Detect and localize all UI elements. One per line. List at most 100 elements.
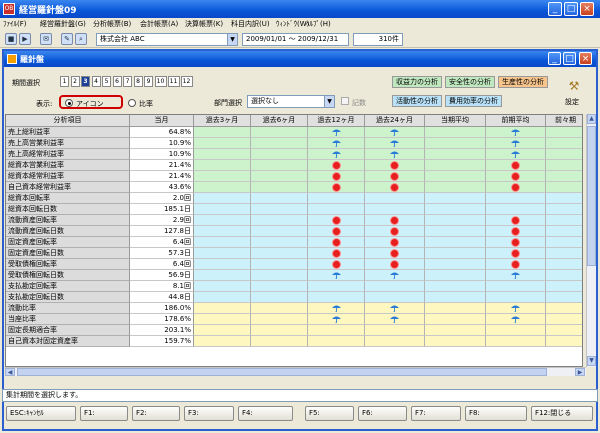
vertical-scrollbar[interactable]: ▲ ▼ xyxy=(586,114,596,367)
menu-help[interactable]: ﾍﾙﾌﾟ(H) xyxy=(306,19,331,29)
fkey-button-6[interactable]: F6: xyxy=(358,406,407,421)
period-option-6[interactable]: 6 xyxy=(112,76,122,87)
menu-file[interactable]: ﾌｧｲﾙ(F) xyxy=(3,19,27,29)
fkey-button-5[interactable]: F5: xyxy=(305,406,354,421)
period-range-field[interactable]: 2009/01/01 ～ 2009/12/31 xyxy=(242,33,349,46)
kisuu-checkbox[interactable] xyxy=(341,97,349,105)
horizontal-scrollbar[interactable]: ◀ ▶ xyxy=(5,367,586,376)
period-option-2[interactable]: 2 xyxy=(70,76,80,87)
inner-maximize-button[interactable]: □ xyxy=(563,52,576,65)
period-option-11[interactable]: 11 xyxy=(167,76,180,87)
column-header-0[interactable]: 分析項目 xyxy=(6,115,130,127)
table-cell xyxy=(365,259,425,270)
table-cell xyxy=(546,182,582,193)
table-cell xyxy=(194,215,251,226)
fkey-button-8[interactable]: F8: xyxy=(465,406,527,421)
mail-icon[interactable]: ✉ xyxy=(40,33,52,45)
inner-minimize-button[interactable]: _ xyxy=(548,52,561,65)
menu-bunseki[interactable]: 分析帳票(B) xyxy=(93,19,131,29)
ratio-radio[interactable] xyxy=(128,99,136,107)
row-current-value: 2.0回 xyxy=(130,193,194,204)
settings-icon[interactable]: ⚒ xyxy=(567,79,581,93)
row-label: 総資本営業利益率 xyxy=(6,160,130,171)
period-option-12[interactable]: 12 xyxy=(180,76,193,87)
inner-close-button[interactable]: × xyxy=(579,52,592,65)
period-option-3[interactable]: 3 xyxy=(81,76,90,87)
hscroll-thumb[interactable] xyxy=(17,368,547,376)
row-current-value: 203.1% xyxy=(130,325,194,336)
chevron-down-icon[interactable]: ▼ xyxy=(227,34,237,45)
maximize-button[interactable]: □ xyxy=(564,2,578,16)
period-option-1[interactable]: 1 xyxy=(60,76,69,87)
scroll-right-icon[interactable]: ▶ xyxy=(575,368,585,376)
profitability-analysis-button[interactable]: 収益力の分析 xyxy=(392,76,442,88)
tool-icon[interactable]: ✎ xyxy=(61,33,73,45)
menu-window[interactable]: ｳｨﾝﾄﾞｳ(W) xyxy=(276,19,309,29)
productivity-analysis-button[interactable]: 生産性の分析 xyxy=(498,76,548,88)
menu-kessan[interactable]: 決算帳票(K) xyxy=(185,19,223,29)
umbrella-icon xyxy=(511,129,520,136)
close-button[interactable]: × xyxy=(580,2,594,16)
table-cell xyxy=(194,325,251,336)
chevron-down-icon[interactable]: ▼ xyxy=(324,96,334,107)
fkey-button-4[interactable]: F4: xyxy=(238,406,293,421)
cost-efficiency-analysis-button[interactable]: 費用効率の分析 xyxy=(445,95,502,107)
column-header-8[interactable]: 前々期 xyxy=(546,115,582,127)
fkey-button-3[interactable]: F3: xyxy=(184,406,234,421)
period-option-10[interactable]: 10 xyxy=(154,76,167,87)
fkey-button-0[interactable]: ESC:ｷｬﾝｾﾙ xyxy=(6,406,76,421)
table-cell xyxy=(251,314,308,325)
period-option-5[interactable]: 5 xyxy=(102,76,111,87)
row-current-value: 10.9% xyxy=(130,138,194,149)
table-cell xyxy=(486,193,546,204)
menu-kaikei[interactable]: 会計帳票(A) xyxy=(140,19,178,29)
table-cell xyxy=(486,303,546,314)
search-icon[interactable]: ⌕ xyxy=(75,33,87,45)
fkey-button-1[interactable]: F1: xyxy=(80,406,128,421)
period-option-9[interactable]: 9 xyxy=(144,76,153,87)
period-option-8[interactable]: 8 xyxy=(133,76,143,87)
icon-radio[interactable] xyxy=(65,99,73,107)
sun-icon xyxy=(512,162,519,169)
row-current-value: 10.9% xyxy=(130,149,194,160)
minimize-button[interactable]: _ xyxy=(548,2,562,16)
column-header-4[interactable]: 過去12ヶ月 xyxy=(308,115,365,127)
scroll-up-icon[interactable]: ▲ xyxy=(587,114,596,124)
table-cell xyxy=(365,138,425,149)
activity-analysis-button[interactable]: 活動性の分析 xyxy=(392,95,442,107)
column-header-5[interactable]: 過去24ヶ月 xyxy=(365,115,425,127)
period-option-4[interactable]: 4 xyxy=(91,76,101,87)
fkey-button-7[interactable]: F7: xyxy=(411,406,461,421)
table-cell xyxy=(365,303,425,314)
sun-icon xyxy=(512,250,519,257)
app-title: 経営羅針盤09 xyxy=(19,6,77,16)
column-header-6[interactable]: 当期平均 xyxy=(425,115,486,127)
scroll-thumb[interactable] xyxy=(587,126,596,266)
column-header-1[interactable]: 当月 xyxy=(130,115,194,127)
safety-analysis-button[interactable]: 安全性の分析 xyxy=(445,76,495,88)
menu-keiei[interactable]: 経営羅針盤(G) xyxy=(40,19,86,29)
row-label: 支払勘定回転日数 xyxy=(6,292,130,303)
column-header-2[interactable]: 過去3ヶ月 xyxy=(194,115,251,127)
fkey-button-9[interactable]: F12:閉じる xyxy=(531,406,593,421)
menu-kamoku[interactable]: 科目内訳(U) xyxy=(231,19,270,29)
table-cell xyxy=(365,292,425,303)
row-current-value: 21.4% xyxy=(130,171,194,182)
scroll-left-icon[interactable]: ◀ xyxy=(5,368,15,376)
table-cell xyxy=(194,127,251,138)
fkey-button-2[interactable]: F2: xyxy=(132,406,180,421)
export-icon[interactable]: ▶ xyxy=(19,33,31,45)
table-cell xyxy=(251,292,308,303)
sun-icon xyxy=(391,184,398,191)
table-cell xyxy=(251,160,308,171)
table-cell xyxy=(194,226,251,237)
settings-label[interactable]: 設定 xyxy=(565,97,579,107)
department-select[interactable]: 選択なし ▼ xyxy=(247,95,335,108)
column-header-3[interactable]: 過去6ヶ月 xyxy=(251,115,308,127)
column-header-7[interactable]: 前期平均 xyxy=(486,115,546,127)
company-select[interactable]: 株式会社 ABC ▼ xyxy=(96,33,238,46)
scroll-down-icon[interactable]: ▼ xyxy=(587,356,596,366)
save-icon[interactable]: ■ xyxy=(5,33,17,45)
table-cell xyxy=(308,336,365,347)
period-option-7[interactable]: 7 xyxy=(123,76,132,87)
